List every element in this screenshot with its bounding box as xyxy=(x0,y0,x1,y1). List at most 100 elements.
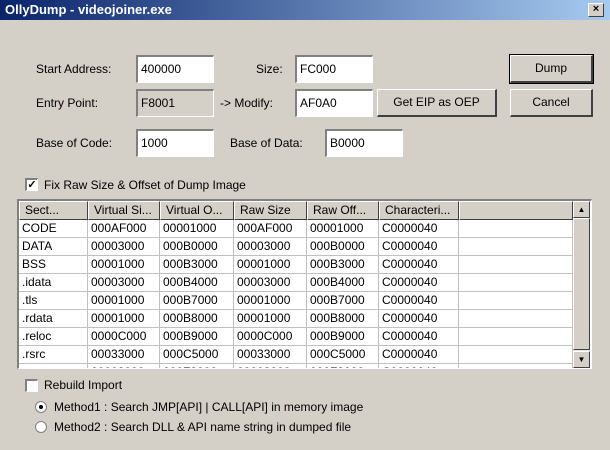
sections-table[interactable]: Sect... Virtual Si... Virtual O... Raw Size… xyxy=(17,199,592,369)
table-cell: 000F8000 xyxy=(160,364,234,368)
table-cell: 000AF000 xyxy=(88,220,160,238)
table-cell: .reloc xyxy=(19,328,88,346)
table-cell: 00033000 xyxy=(88,346,160,364)
size-input[interactable]: FC000 xyxy=(295,55,373,83)
method2-radio[interactable] xyxy=(35,421,47,433)
table-cell: 000C5000 xyxy=(160,346,234,364)
arrow-down-icon: ▼ xyxy=(577,355,586,364)
table-cell: C0000040 xyxy=(379,328,459,346)
table-cell: C0000040 xyxy=(379,220,459,238)
table-cell: 0000C000 xyxy=(88,328,160,346)
table-cell: 00003000 xyxy=(88,274,160,292)
table-row[interactable]: .aspa00003000000F800000003000000F8000C00… xyxy=(19,364,573,368)
table-cell: 000B9000 xyxy=(160,328,234,346)
table-cell: 00033000 xyxy=(234,346,307,364)
table-row[interactable]: DATA 00003000 000B0000 00003000 000B0000 C000… xyxy=(19,238,573,256)
table-row[interactable]: .tls 00001000 000B7000 00001000 000B7000 C000… xyxy=(19,292,573,310)
method2-label: Method2 : Search DLL & API name string i… xyxy=(54,420,352,434)
column-header[interactable]: Virtual O... xyxy=(160,201,234,220)
close-button[interactable]: × xyxy=(588,3,604,17)
table-row[interactable]: .rsrc 00033000 000C5000 00033000 000C5000 C00… xyxy=(19,346,573,364)
check-mark-icon: ✓ xyxy=(27,179,37,191)
table-cell-filler xyxy=(459,256,573,274)
table-cell: 000B4000 xyxy=(307,274,379,292)
table-row[interactable]: .rdata 00001000 000B8000 00001000 000B8000 C0… xyxy=(19,310,573,328)
table-cell: 000B8000 xyxy=(307,310,379,328)
scroll-up-button[interactable]: ▲ xyxy=(573,201,590,218)
size-label: Size: xyxy=(256,62,283,76)
table-cell-filler xyxy=(459,292,573,310)
table-cell: 00001000 xyxy=(234,310,307,328)
base-of-data-input[interactable]: B0000 xyxy=(325,129,403,157)
table-cell-filler xyxy=(459,364,573,368)
table-row[interactable]: .reloc 0000C000 000B9000 0000C000 000B9000 C0… xyxy=(19,328,573,346)
title-bar[interactable]: OllyDump - videojoiner.exe × xyxy=(0,0,610,20)
table-cell: 00001000 xyxy=(88,256,160,274)
table-row[interactable]: BSS 00001000 000B3000 00001000 000B3000 C0000… xyxy=(19,256,573,274)
table-cell: .rdata xyxy=(19,310,88,328)
start-address-label: Start Address: xyxy=(36,62,112,76)
table-cell: 000C5000 xyxy=(307,346,379,364)
table-cell: 000B4000 xyxy=(160,274,234,292)
table-row[interactable]: CODE 000AF000 00001000 000AF000 00001000 C000… xyxy=(19,220,573,238)
table-cell: 000B0000 xyxy=(307,238,379,256)
column-header[interactable]: Sect... xyxy=(19,201,88,220)
method1-label: Method1 : Search JMP[API] | CALL[API] in… xyxy=(54,400,364,414)
table-cell: DATA xyxy=(19,238,88,256)
table-cell: C0000040 xyxy=(379,238,459,256)
table-cell: 00003000 xyxy=(234,274,307,292)
column-header[interactable]: Characteri... xyxy=(379,201,459,220)
close-icon: × xyxy=(592,3,600,15)
get-eip-button[interactable]: Get EIP as OEP xyxy=(377,89,497,117)
entry-point-field: F8001 xyxy=(136,89,214,117)
arrow-up-icon: ▲ xyxy=(577,205,586,214)
table-cell: 00001000 xyxy=(234,292,307,310)
cancel-button[interactable]: Cancel xyxy=(510,89,593,117)
table-cell: 00001000 xyxy=(234,256,307,274)
rebuild-import-checkbox[interactable] xyxy=(25,379,38,392)
table-cell-filler xyxy=(459,328,573,346)
window-title: OllyDump - videojoiner.exe xyxy=(5,2,172,17)
table-row[interactable]: .idata 00003000 000B4000 00003000 000B4000 C0… xyxy=(19,274,573,292)
table-cell: 00001000 xyxy=(88,310,160,328)
table-cell-filler xyxy=(459,220,573,238)
table-cell: 0000C000 xyxy=(234,328,307,346)
column-header[interactable]: Virtual Si... xyxy=(88,201,160,220)
rebuild-import-label: Rebuild Import xyxy=(44,378,123,392)
column-header[interactable]: Raw Size xyxy=(234,201,307,220)
vertical-scrollbar[interactable]: ▲ ▼ xyxy=(573,201,590,368)
table-cell: 00001000 xyxy=(88,292,160,310)
table-cell: 00003000 xyxy=(234,364,307,368)
table-cell: 000F8000 xyxy=(307,364,379,368)
entry-point-label: Entry Point: xyxy=(36,96,99,110)
dump-button[interactable]: Dump xyxy=(509,54,594,84)
table-cell: C0000040 xyxy=(379,256,459,274)
scroll-thumb[interactable] xyxy=(573,218,590,350)
table-cell: 000B9000 xyxy=(307,328,379,346)
table-cell: 00003000 xyxy=(88,238,160,256)
table-cell-filler xyxy=(459,310,573,328)
table-cell: .idata xyxy=(19,274,88,292)
table-cell: 000B8000 xyxy=(160,310,234,328)
table-cell: 000B0000 xyxy=(160,238,234,256)
table-cell: BSS xyxy=(19,256,88,274)
method1-radio[interactable] xyxy=(35,401,47,413)
scroll-down-button[interactable]: ▼ xyxy=(573,351,590,368)
table-cell: 00003000 xyxy=(234,238,307,256)
start-address-input[interactable]: 400000 xyxy=(136,55,214,83)
base-of-code-label: Base of Code: xyxy=(36,136,113,150)
table-cell: 00001000 xyxy=(160,220,234,238)
table-cell: 000AF000 xyxy=(234,220,307,238)
base-of-code-input[interactable]: 1000 xyxy=(136,129,214,157)
table-cell: C0000040 xyxy=(379,364,459,368)
table-cell: 000B3000 xyxy=(307,256,379,274)
table-cell: .rsrc xyxy=(19,346,88,364)
modify-input[interactable]: AF0A0 xyxy=(295,89,373,117)
table-cell: CODE xyxy=(19,220,88,238)
column-header-filler xyxy=(459,201,573,220)
fix-raw-size-label: Fix Raw Size & Offset of Dump Image xyxy=(44,178,246,192)
column-header[interactable]: Raw Off... xyxy=(307,201,379,220)
table-cell: 000B3000 xyxy=(160,256,234,274)
table-cell: 000B7000 xyxy=(160,292,234,310)
fix-raw-size-checkbox[interactable]: ✓ xyxy=(25,178,38,191)
